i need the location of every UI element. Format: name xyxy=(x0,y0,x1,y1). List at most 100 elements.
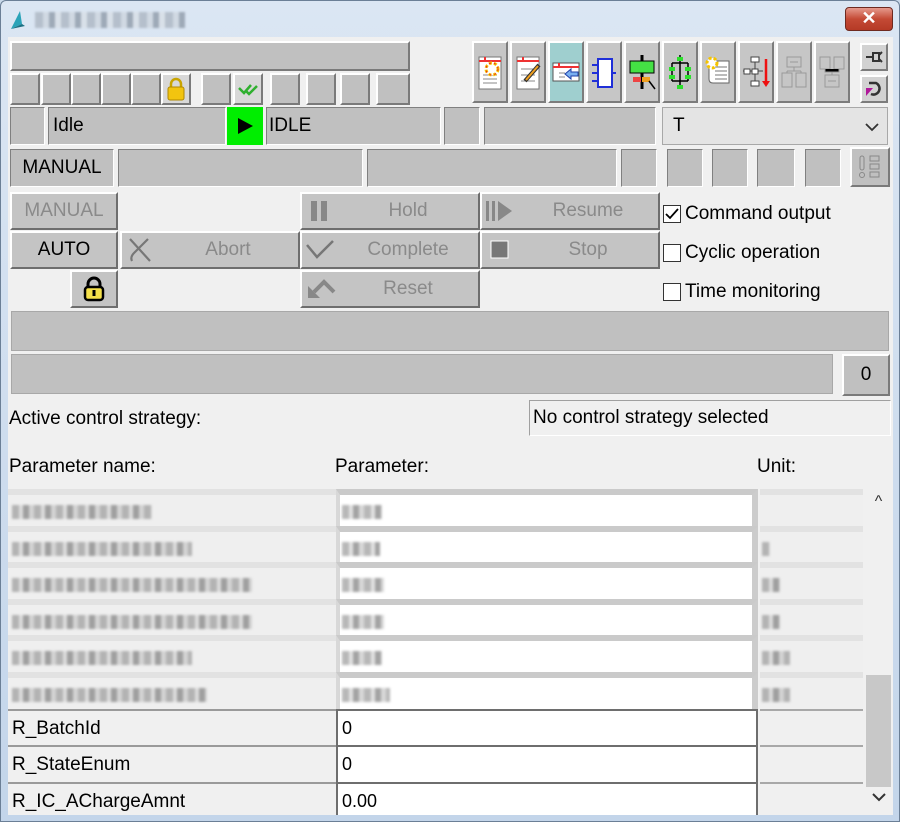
hold-button[interactable]: Hold xyxy=(300,192,480,230)
parameter-value-input[interactable]: 0 xyxy=(336,745,758,782)
checkbox-unchecked-icon xyxy=(663,283,681,301)
toolbar-button-structure-disabled[interactable] xyxy=(776,41,812,103)
toolbar-slot-button[interactable] xyxy=(340,73,370,105)
parameter-unit xyxy=(760,745,863,782)
play-icon xyxy=(238,118,253,134)
parameter-value-input[interactable]: 0.00 xyxy=(336,781,758,815)
parameter-name-blurred xyxy=(8,598,336,636)
mode-label: MANUAL xyxy=(10,149,114,187)
cyclic-operation-label: Cyclic operation xyxy=(685,242,821,263)
status-cell-wide xyxy=(484,107,656,145)
scroll-up-icon[interactable]: ^ xyxy=(864,493,893,515)
toolbar-button-edit-recipe[interactable] xyxy=(510,41,546,103)
pin-button[interactable] xyxy=(860,43,888,71)
padlock-icon xyxy=(167,77,185,101)
mode-cell-4 xyxy=(667,149,703,187)
info-bar xyxy=(10,41,410,71)
parameter-value-blurred[interactable] xyxy=(336,598,758,636)
window-title xyxy=(35,12,185,28)
chevron-down-icon xyxy=(865,123,879,132)
complete-button[interactable]: Complete xyxy=(300,231,480,269)
scroll-thumb[interactable] xyxy=(866,675,891,787)
state-text: Idle xyxy=(48,107,226,145)
grid-scrollbar[interactable]: ^ xyxy=(864,489,893,815)
parameter-unit xyxy=(760,781,863,815)
message-bar xyxy=(11,311,889,351)
resume-label: Resume xyxy=(552,200,624,221)
reset-button[interactable]: Reset xyxy=(300,270,480,308)
toolbar-button-sequence[interactable] xyxy=(662,41,698,103)
toolbar-slot-button[interactable] xyxy=(101,73,131,105)
lock-button[interactable] xyxy=(70,270,118,308)
abort-button[interactable]: Abort xyxy=(120,231,300,269)
new-document-icon xyxy=(705,56,730,84)
toolbar-slot-button[interactable] xyxy=(270,73,300,105)
header-parameter-name: Parameter name: xyxy=(9,456,156,477)
toolbar-button-new-recipe[interactable] xyxy=(472,41,508,103)
toolbar-slot-button[interactable] xyxy=(376,73,410,105)
parameter-unit-blurred xyxy=(760,598,863,636)
parameter-value-blurred[interactable] xyxy=(336,489,758,526)
counter-button[interactable]: 0 xyxy=(842,354,890,396)
stop-button[interactable]: Stop xyxy=(480,231,660,269)
toolbar-slot-button[interactable] xyxy=(41,73,71,105)
resume-icon xyxy=(486,201,512,221)
stop-icon xyxy=(490,240,509,259)
parameter-value-blurred[interactable] xyxy=(336,635,758,672)
checkbox-unchecked-icon xyxy=(663,244,681,262)
parameter-unit-blurred xyxy=(760,525,863,563)
acknowledge-button[interactable] xyxy=(233,73,263,105)
pause-icon xyxy=(311,201,327,221)
toolbar-button-block[interactable] xyxy=(586,41,622,103)
parameter-value-blurred[interactable] xyxy=(336,671,758,709)
mode-cell-3 xyxy=(621,149,657,187)
resume-button[interactable]: Resume xyxy=(480,192,660,230)
toolbar-button-hierarchy[interactable] xyxy=(738,41,774,103)
parameter-name-blurred xyxy=(8,635,336,672)
undo-icon xyxy=(866,81,881,96)
parameter-value-input[interactable]: 0 xyxy=(336,708,758,746)
parameter-row: R_StateEnum 0 xyxy=(8,745,863,782)
reset-arrow-icon xyxy=(308,279,336,298)
parameter-row-hidden xyxy=(8,525,863,563)
active-strategy-value: No control strategy selected xyxy=(529,400,891,436)
parameter-row-hidden xyxy=(8,598,863,636)
toolbar-button-structure-alt-disabled[interactable] xyxy=(814,41,850,103)
parameter-name: R_BatchId xyxy=(8,708,336,746)
command-output-checkbox[interactable]: Command output xyxy=(663,203,831,225)
parameter-view-button[interactable] xyxy=(850,147,890,187)
edit-recipe-icon xyxy=(516,56,541,90)
command-output-label: Command output xyxy=(685,203,831,224)
auto-button[interactable]: AUTO xyxy=(10,231,118,269)
toolbar-button-operation[interactable] xyxy=(624,41,660,103)
toolbar-slot-button[interactable] xyxy=(306,73,336,105)
hold-label: Hold xyxy=(388,200,428,221)
mode-cell-1 xyxy=(118,149,363,187)
type-dropdown[interactable]: T xyxy=(662,107,888,145)
toolbar-slot-button[interactable] xyxy=(71,73,101,105)
parameter-value-blurred[interactable] xyxy=(336,562,758,599)
time-monitoring-checkbox[interactable]: Time monitoring xyxy=(663,281,821,303)
parameter-name-blurred xyxy=(8,671,336,709)
toolbar-slot-button[interactable] xyxy=(201,73,231,105)
mode-cell-5 xyxy=(712,149,748,187)
parameter-name: R_StateEnum xyxy=(8,745,336,782)
undo-button[interactable] xyxy=(860,75,888,103)
lock-toggle-button[interactable] xyxy=(161,73,191,105)
block-icon xyxy=(592,58,616,88)
parameter-value-blurred[interactable] xyxy=(336,525,758,563)
toolbar-button-new-document[interactable] xyxy=(700,41,736,103)
mode-cell-7 xyxy=(805,149,841,187)
toolbar-slot-button[interactable] xyxy=(10,73,40,105)
cyclic-operation-checkbox[interactable]: Cyclic operation xyxy=(663,242,820,264)
mode-cell-2 xyxy=(367,149,617,187)
progress-bar xyxy=(11,354,833,394)
close-button[interactable]: ✕ xyxy=(845,7,893,31)
scroll-down-icon[interactable] xyxy=(864,789,893,811)
new-recipe-icon xyxy=(478,56,502,90)
state-code: IDLE xyxy=(266,107,441,145)
toolbar-slot-button[interactable] xyxy=(131,73,161,105)
hierarchy-icon xyxy=(743,56,770,87)
manual-button[interactable]: MANUAL xyxy=(10,192,118,230)
toolbar-button-import-recipe[interactable] xyxy=(548,41,584,103)
